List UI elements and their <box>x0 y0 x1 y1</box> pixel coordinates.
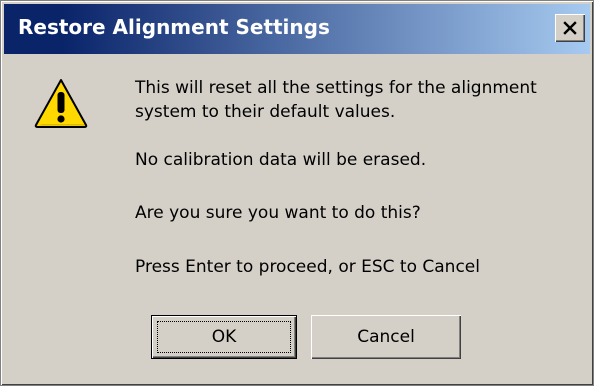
window-title: Restore Alignment Settings <box>18 15 330 39</box>
close-button[interactable] <box>555 14 585 42</box>
ok-button[interactable]: OK <box>151 315 297 359</box>
cancel-button-label: Cancel <box>357 327 415 347</box>
warning-icon <box>34 79 88 128</box>
message-line: Press Enter to proceed, or ESC to Cancel <box>135 257 480 277</box>
cancel-button[interactable]: Cancel <box>311 315 461 359</box>
close-icon <box>563 21 577 35</box>
focus-ring <box>157 321 291 353</box>
dialog-window: Restore Alignment Settings This will res… <box>0 0 594 386</box>
message-line: No calibration data will be erased. <box>135 150 427 170</box>
message-line: This will reset all the settings for the… <box>135 78 537 122</box>
message-line: Are you sure you want to do this? <box>135 203 421 223</box>
message-body: This will reset all the settings for the… <box>135 76 585 279</box>
title-bar[interactable]: Restore Alignment Settings <box>4 4 590 54</box>
